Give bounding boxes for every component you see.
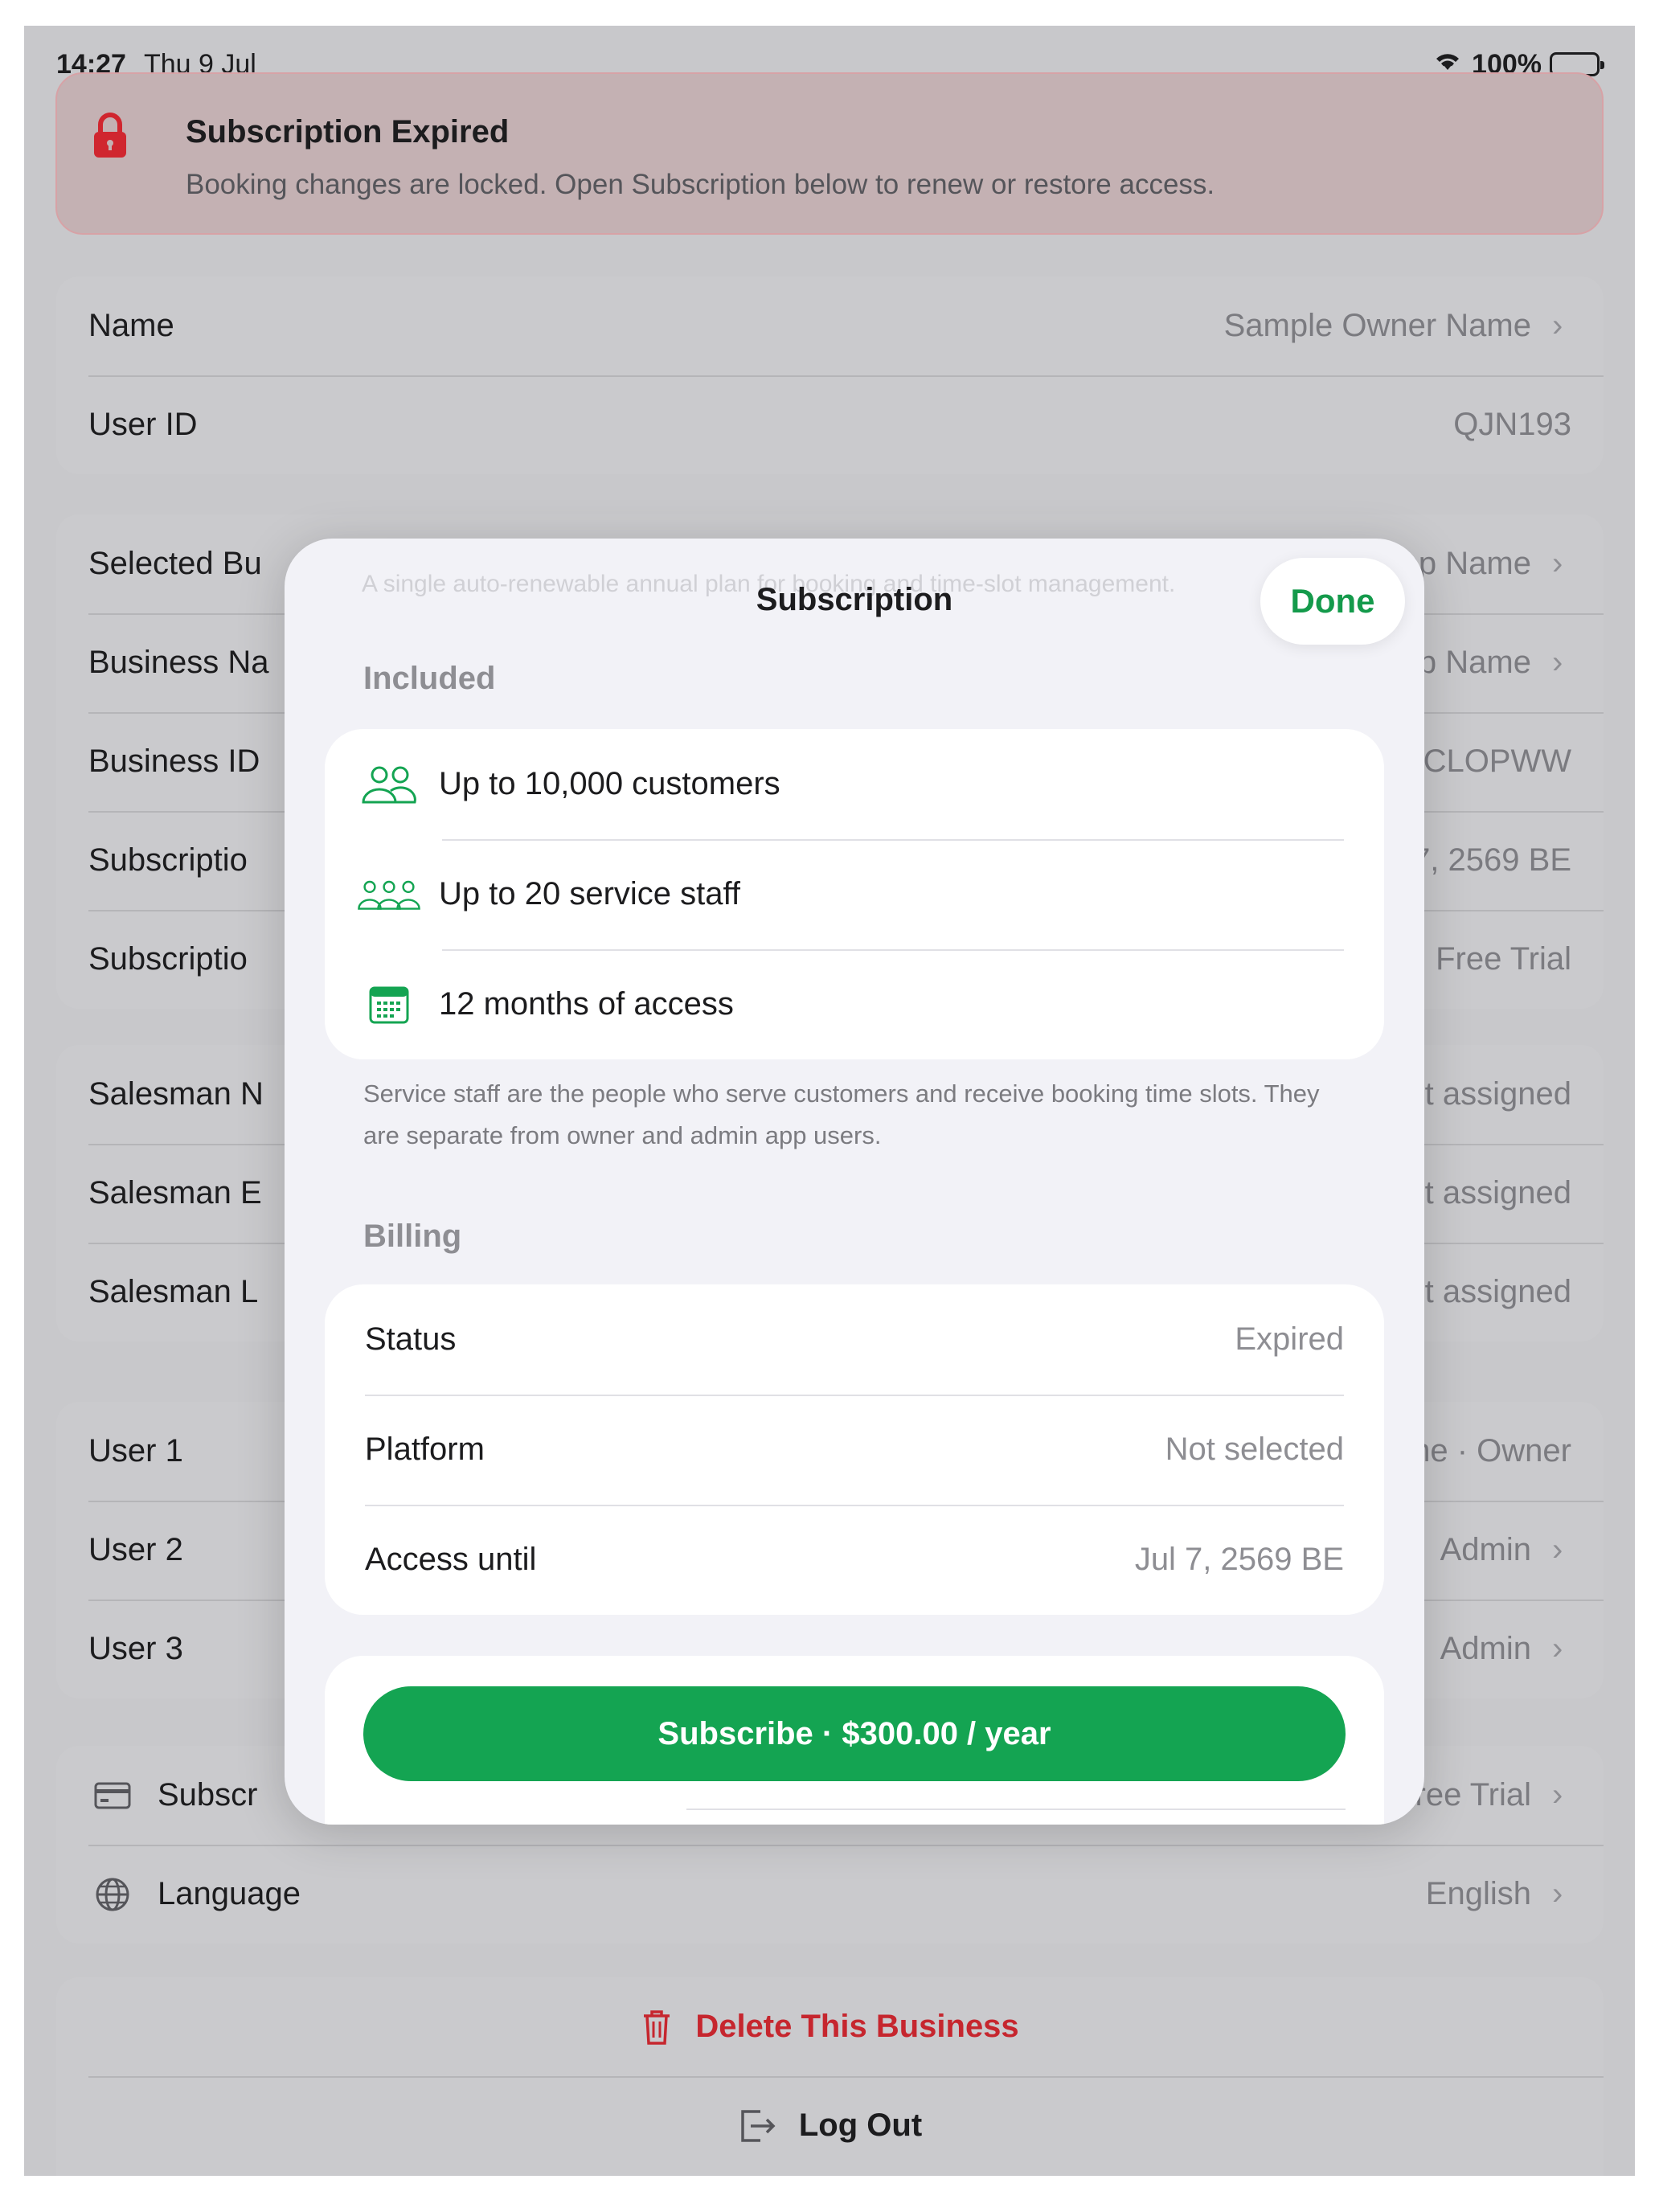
user-id-row: User ID QJN193 (56, 375, 1604, 474)
row-label: Salesman E (88, 1175, 262, 1210)
row-value: QJN193 (1453, 407, 1571, 442)
chevron-right-icon: › (1552, 1631, 1563, 1666)
subscribe-card: Subscribe · $300.00 / year (325, 1656, 1384, 1825)
row-value: Admin (1440, 1532, 1531, 1567)
row-label: Salesman L (88, 1274, 259, 1309)
feature-text: Up to 10,000 customers (439, 766, 780, 801)
feature-row: Up to 10,000 customers (325, 729, 1384, 839)
lock-icon (94, 113, 126, 158)
chevron-right-icon: › (1552, 308, 1563, 343)
row-label: Name (88, 308, 174, 343)
row-value: ot assigned (1407, 1076, 1571, 1112)
staff-group-icon (357, 862, 421, 927)
log-out-icon (738, 2108, 776, 2144)
row-value: Sample Owner Name (1223, 308, 1531, 343)
billing-value: Expired (1235, 1321, 1344, 1357)
feature-row: Up to 20 service staff (325, 839, 1384, 949)
billing-access-row: Access until Jul 7, 2569 BE (325, 1505, 1384, 1615)
service-staff-footnote: Service staff are the people who serve c… (363, 1079, 1320, 1149)
billing-value: Not selected (1165, 1432, 1344, 1467)
log-out-button[interactable]: Log Out (56, 2076, 1604, 2175)
billing-label: Access until (365, 1542, 537, 1577)
row-value: Free Trial (1436, 941, 1571, 977)
chevron-right-icon: › (1552, 645, 1563, 680)
log-out-label: Log Out (798, 2108, 923, 2143)
globe-icon (88, 1870, 137, 1919)
row-value: me · Owner (1403, 1433, 1571, 1469)
row-label: Subscriptio (88, 941, 248, 977)
billing-label: Platform (365, 1432, 485, 1467)
chevron-right-icon: › (1552, 1777, 1563, 1813)
billing-heading: Billing (363, 1219, 462, 1254)
feature-row: 12 months of access (325, 949, 1384, 1059)
chevron-right-icon: › (1552, 1876, 1563, 1911)
row-value: English (1425, 1876, 1531, 1911)
account-group: Name Sample Owner Name › User ID QJN193 (56, 276, 1604, 474)
row-value: 7, 2569 BE (1412, 842, 1571, 878)
divider (686, 1809, 1346, 1810)
row-value: ot assigned (1407, 1274, 1571, 1309)
actions-group: Delete This Business Log Out (56, 1977, 1604, 2176)
subscription-expired-banner: Subscription Expired Booking changes are… (55, 72, 1604, 235)
row-label: Subscr (158, 1777, 258, 1813)
row-label: Language (158, 1876, 301, 1911)
billing-label: Status (365, 1321, 457, 1357)
row-label: Salesman N (88, 1076, 264, 1112)
included-card: Up to 10,000 customers Up to 20 service … (325, 729, 1384, 1059)
language-row[interactable]: Language English › (56, 1845, 1604, 1944)
billing-platform-row: Platform Not selected (325, 1395, 1384, 1505)
billing-value: Jul 7, 2569 BE (1134, 1542, 1344, 1577)
subscribe-button[interactable]: Subscribe · $300.00 / year (363, 1686, 1346, 1781)
billing-card: Status Expired Platform Not selected Acc… (325, 1284, 1384, 1615)
row-label: Subscriptio (88, 842, 248, 878)
row-label: Business ID (88, 743, 260, 779)
banner-message: Booking changes are locked. Open Subscri… (186, 169, 1215, 200)
feature-text: Up to 20 service staff (439, 876, 740, 911)
row-label: User 1 (88, 1433, 183, 1469)
done-button[interactable]: Done (1260, 558, 1405, 645)
people-icon (357, 752, 421, 817)
chevron-right-icon: › (1552, 546, 1563, 581)
row-value: Admin (1440, 1631, 1531, 1666)
chevron-right-icon: › (1552, 1532, 1563, 1567)
device-screen: 14:27 Thu 9 Jul 100% Subscription Expire… (24, 26, 1635, 2176)
card-icon (88, 1772, 137, 1820)
feature-text: 12 months of access (439, 986, 734, 1022)
trash-icon (641, 2009, 673, 2046)
name-row[interactable]: Name Sample Owner Name › (56, 276, 1604, 375)
billing-status-row: Status Expired (325, 1284, 1384, 1395)
delete-business-button[interactable]: Delete This Business (56, 1977, 1604, 2076)
row-value: ot assigned (1407, 1175, 1571, 1210)
subscription-sheet: A single auto-renewable annual plan for … (285, 539, 1424, 1825)
calendar-icon (357, 973, 421, 1037)
sheet-title: Subscription (756, 582, 953, 617)
banner-title: Subscription Expired (186, 114, 510, 150)
included-heading: Included (363, 661, 496, 696)
row-label: User 2 (88, 1532, 183, 1567)
delete-label: Delete This Business (695, 2009, 1019, 2044)
row-value: CLOPWW (1423, 743, 1571, 779)
row-label: User ID (88, 407, 198, 442)
row-label: Business Na (88, 645, 269, 680)
row-label: Selected Bu (88, 546, 262, 581)
row-label: User 3 (88, 1631, 183, 1666)
